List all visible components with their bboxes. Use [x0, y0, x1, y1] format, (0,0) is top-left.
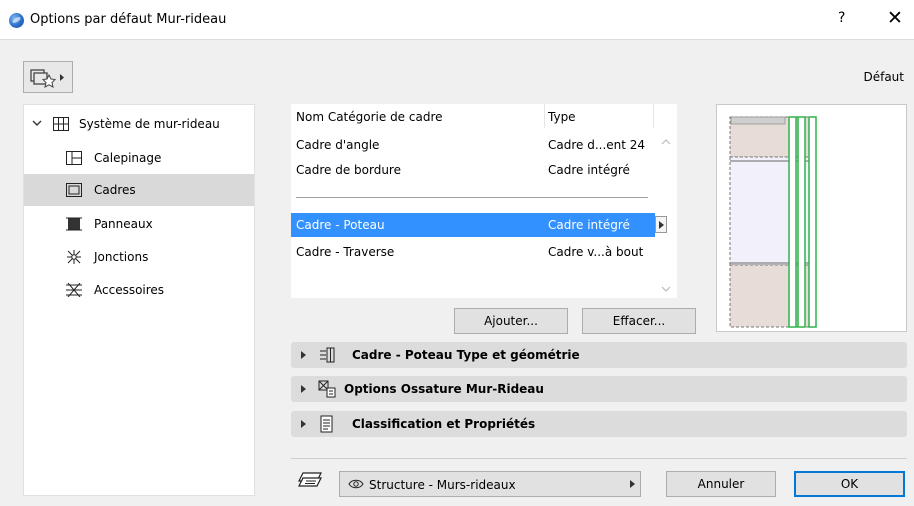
layer-select-value: Structure - Murs-rideaux — [369, 478, 516, 492]
tree-item-label: Calepinage — [94, 151, 162, 165]
tree-item-cadres[interactable]: Cadres — [24, 174, 254, 206]
section-frame-type-geometry[interactable]: Cadre - Poteau Type et géométrie — [291, 342, 907, 368]
favorites-button[interactable] — [23, 61, 73, 93]
layer-icon — [298, 472, 322, 487]
help-button[interactable]: ? — [838, 10, 845, 26]
section-label: Options Ossature Mur-Rideau — [344, 382, 544, 396]
tree-root-label: Système de mur-rideau — [79, 117, 220, 131]
framework-options-icon — [318, 380, 336, 398]
eye-icon — [348, 479, 364, 489]
table-row-selected[interactable]: Cadre - Poteau Cadre intégré — [291, 213, 655, 237]
cancel-button[interactable]: Annuler — [666, 471, 776, 497]
panel-icon — [66, 217, 82, 231]
expand-arrow-icon[interactable] — [301, 420, 306, 428]
tree-item-calepinage[interactable]: Calepinage — [24, 142, 254, 174]
tree-item-label: Accessoires — [94, 283, 165, 297]
window-title: Options par défaut Mur-rideau — [30, 12, 227, 27]
footer-separator — [291, 458, 907, 459]
delete-button[interactable]: Effacer... — [582, 308, 696, 334]
column-header-type[interactable]: Type — [548, 110, 576, 124]
list-divider — [296, 197, 648, 198]
scroll-down-icon[interactable] — [660, 284, 672, 294]
frame-category-list: Nom Catégorie de cadre Type Cadre d'angl… — [291, 104, 677, 298]
archicad-app-icon — [9, 13, 24, 28]
add-button[interactable]: Ajouter... — [454, 308, 568, 334]
table-row[interactable]: Cadre - Traverse Cadre v...à bout — [291, 240, 655, 264]
tree-root-curtain-wall-system[interactable]: Système de mur-rideau — [24, 108, 254, 140]
row-type: Cadre intégré — [548, 218, 630, 232]
column-header-name[interactable]: Nom Catégorie de cadre — [296, 110, 443, 124]
column-divider[interactable] — [544, 104, 545, 128]
row-type: Cadre v...à bout — [548, 245, 644, 259]
tree-item-label: Cadres — [94, 183, 136, 197]
preset-label: Défaut — [863, 70, 904, 84]
title-bar: Options par défaut Mur-rideau ? ✕ — [0, 0, 914, 40]
dropdown-arrow-icon — [630, 480, 635, 488]
layer-select[interactable]: Structure - Murs-rideaux — [339, 471, 641, 497]
preview-panel — [716, 104, 907, 332]
section-label: Classification et Propriétés — [352, 417, 536, 431]
row-type: Cadre intégré — [548, 163, 630, 177]
accessory-icon — [66, 283, 82, 297]
row-name: Cadre - Poteau — [296, 218, 385, 232]
tree-item-jonctions[interactable]: Jonctions — [24, 241, 254, 273]
row-name: Cadre - Traverse — [296, 245, 395, 259]
section-label: Cadre - Poteau Type et géométrie — [352, 348, 580, 362]
table-row[interactable]: Cadre de bordure Cadre intégré — [291, 158, 655, 182]
document-icon — [320, 415, 333, 433]
chevron-down-icon[interactable] — [32, 118, 42, 128]
tree-item-label: Panneaux — [94, 217, 153, 231]
row-name: Cadre d'angle — [296, 138, 380, 152]
section-framework-options[interactable]: Options Ossature Mur-Rideau — [291, 376, 907, 402]
favorites-icon — [30, 69, 64, 88]
column-divider[interactable] — [653, 104, 654, 128]
frame-icon — [66, 183, 82, 197]
settings-tree: Système de mur-rideau Calepinage Cadres … — [23, 104, 255, 496]
tree-item-panneaux[interactable]: Panneaux — [24, 208, 254, 240]
expand-arrow-icon[interactable] — [301, 385, 306, 393]
frame-geometry-icon — [320, 347, 335, 363]
close-button[interactable]: ✕ — [887, 7, 903, 29]
section-classification-properties[interactable]: Classification et Propriétés — [291, 411, 907, 437]
curtain-wall-preview — [729, 116, 817, 328]
row-type: Cadre d...ent 24 — [548, 138, 646, 152]
ok-button[interactable]: OK — [794, 471, 905, 497]
expand-arrow-icon[interactable] — [301, 351, 306, 359]
layout-icon — [66, 151, 82, 165]
tree-item-accessoires[interactable]: Accessoires — [24, 274, 254, 306]
type-popup-arrow-button[interactable] — [655, 216, 667, 233]
scroll-up-icon[interactable] — [660, 137, 672, 147]
list-header: Nom Catégorie de cadre Type — [291, 104, 655, 128]
table-row[interactable]: Cadre d'angle Cadre d...ent 24 — [291, 133, 655, 157]
junction-icon — [67, 250, 81, 264]
grid-icon — [53, 117, 69, 131]
row-name: Cadre de bordure — [296, 163, 401, 177]
tree-item-label: Jonctions — [94, 250, 149, 264]
